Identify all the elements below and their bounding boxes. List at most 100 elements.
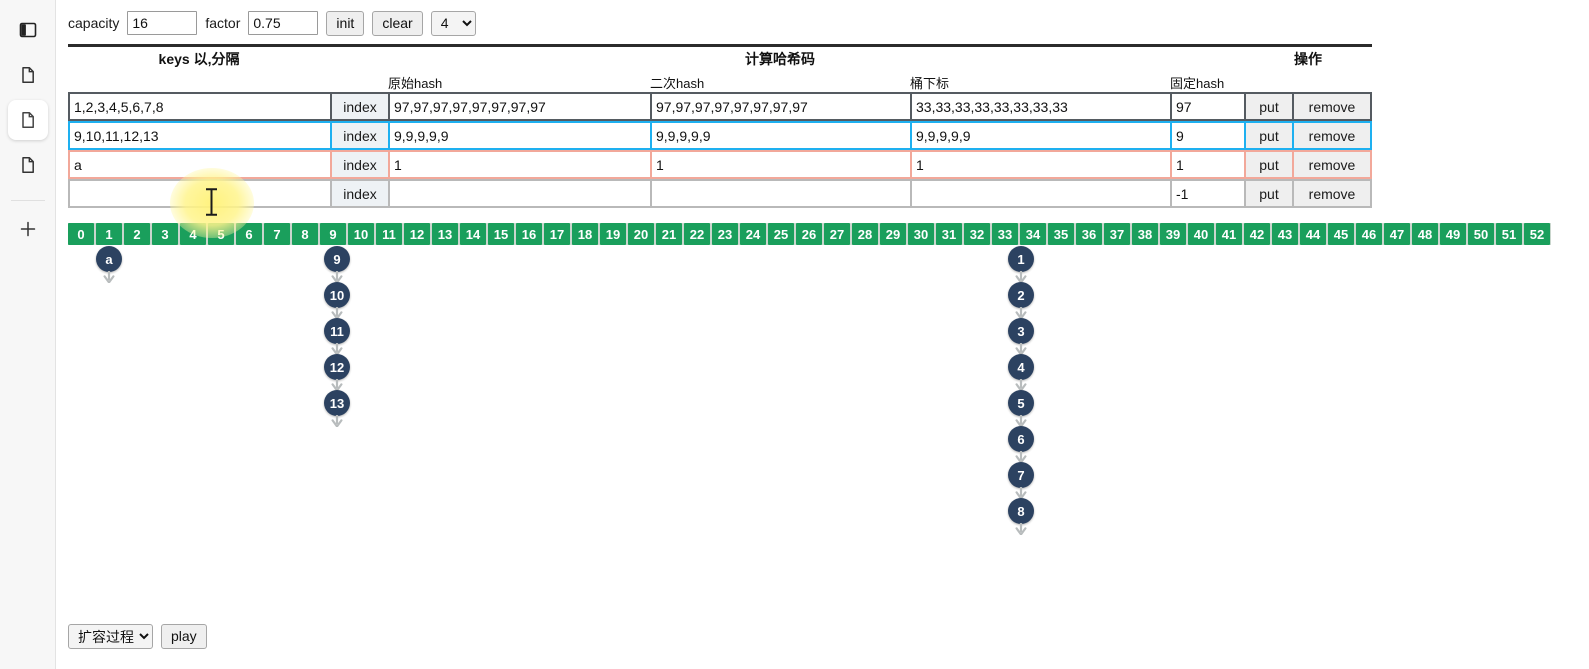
bucket-cell[interactable]: 13 [432, 223, 458, 245]
bucket-cell[interactable]: 43 [1272, 223, 1298, 245]
bucket-cell[interactable]: 35 [1048, 223, 1074, 245]
bucket-cell[interactable]: 7 [264, 223, 290, 245]
treeify-select[interactable]: 24816 [430, 10, 476, 36]
bucket-cell[interactable]: 47 [1384, 223, 1410, 245]
capacity-input[interactable] [127, 11, 198, 35]
bucket-cell[interactable]: 9 [320, 223, 346, 245]
remove-button[interactable]: remove [1292, 121, 1372, 150]
bucket-cell[interactable]: 40 [1188, 223, 1214, 245]
bucket-cell[interactable]: 8 [292, 223, 318, 245]
index-button[interactable]: index [330, 92, 388, 121]
keys-input-cell[interactable]: 1,2,3,4,5,6,7,8 [68, 92, 330, 121]
chain-node[interactable]: 3 [1008, 318, 1034, 344]
bucket-cell[interactable]: 26 [796, 223, 822, 245]
clear-button[interactable]: clear [372, 10, 423, 36]
index-button[interactable]: index [330, 179, 388, 208]
chain-node[interactable]: 6 [1008, 426, 1034, 452]
remove-button[interactable]: remove [1292, 150, 1372, 179]
bucket-cell[interactable]: 10 [348, 223, 374, 245]
init-button[interactable]: init [326, 10, 365, 36]
bucket-cell[interactable]: 30 [908, 223, 934, 245]
bucket-cell[interactable]: 14 [460, 223, 486, 245]
bucket-cell[interactable]: 46 [1356, 223, 1382, 245]
index-button[interactable]: index [330, 150, 388, 179]
bucket-cell[interactable]: 20 [628, 223, 654, 245]
chain-node[interactable]: 7 [1008, 462, 1034, 488]
bucket-cell[interactable]: 31 [936, 223, 962, 245]
bucket-cell[interactable]: 16 [516, 223, 542, 245]
bucket-cell[interactable]: 2 [124, 223, 150, 245]
bucket-cell[interactable]: 29 [880, 223, 906, 245]
bucket-cell[interactable]: 33 [992, 223, 1018, 245]
bucket-cell[interactable]: 21 [656, 223, 682, 245]
bucket-cell[interactable]: 51 [1496, 223, 1522, 245]
bucket-cell[interactable]: 0 [68, 223, 94, 245]
chain-arrow-icon [1015, 343, 1027, 355]
bucket-cell[interactable]: 44 [1300, 223, 1326, 245]
chain-node[interactable]: 5 [1008, 390, 1034, 416]
keys-input-cell[interactable]: a [68, 150, 330, 179]
process-select[interactable]: 扩容过程插入过程查找过程 [68, 624, 153, 649]
bucket-cell[interactable]: 12 [404, 223, 430, 245]
bucket-cell[interactable]: 11 [376, 223, 402, 245]
table-row: 9,10,11,12,13 index 9,9,9,9,9 9,9,9,9,9 9,9,… [68, 121, 1372, 150]
bucket-cell[interactable]: 38 [1132, 223, 1158, 245]
bucket-cell[interactable]: 24 [740, 223, 766, 245]
chain-node[interactable]: 9 [324, 246, 350, 272]
file-icon-1[interactable] [8, 55, 48, 95]
bucket-cell[interactable]: 19 [600, 223, 626, 245]
bucket-index-cell [910, 179, 1170, 208]
chain-node[interactable]: 8 [1008, 498, 1034, 524]
file-icon-3[interactable] [8, 145, 48, 185]
bucket-cell[interactable]: 15 [488, 223, 514, 245]
chain-node[interactable]: 1 [1008, 246, 1034, 272]
bucket-cell[interactable]: 4 [180, 223, 206, 245]
bucket-cell[interactable]: 23 [712, 223, 738, 245]
bucket-cell[interactable]: 5 [208, 223, 234, 245]
chain-node[interactable]: 2 [1008, 282, 1034, 308]
remove-button[interactable]: remove [1292, 179, 1372, 208]
bucket-cell[interactable]: 22 [684, 223, 710, 245]
chain-node[interactable]: 13 [324, 390, 350, 416]
index-button[interactable]: index [330, 121, 388, 150]
panel-layout-icon[interactable] [8, 10, 48, 50]
play-button[interactable]: play [161, 624, 207, 649]
bucket-cell[interactable]: 34 [1020, 223, 1046, 245]
remove-button[interactable]: remove [1292, 92, 1372, 121]
bucket-cell[interactable]: 3 [152, 223, 178, 245]
add-icon[interactable] [8, 209, 48, 249]
bucket-cell[interactable]: 36 [1076, 223, 1102, 245]
file-icon-2[interactable] [7, 100, 48, 140]
bucket-cell[interactable]: 41 [1216, 223, 1242, 245]
put-button[interactable]: put [1244, 92, 1292, 121]
bucket-cell[interactable]: 37 [1104, 223, 1130, 245]
bucket-cell[interactable]: 17 [544, 223, 570, 245]
keys-input-cell[interactable] [68, 179, 330, 208]
put-button[interactable]: put [1244, 150, 1292, 179]
bucket-cell[interactable]: 27 [824, 223, 850, 245]
factor-input[interactable] [248, 11, 319, 35]
bucket-cell[interactable]: 28 [852, 223, 878, 245]
chain-node[interactable]: 10 [324, 282, 350, 308]
bucket-cell[interactable]: 48 [1412, 223, 1438, 245]
bucket-cell[interactable]: 6 [236, 223, 262, 245]
bucket-cell[interactable]: 18 [572, 223, 598, 245]
bucket-cell[interactable]: 32 [964, 223, 990, 245]
chain-node[interactable]: 11 [324, 318, 350, 344]
chain-arrow-icon [331, 415, 343, 427]
put-button[interactable]: put [1244, 179, 1292, 208]
keys-input-cell[interactable]: 9,10,11,12,13 [68, 121, 330, 150]
bucket-cell[interactable]: 50 [1468, 223, 1494, 245]
bucket-cell[interactable]: 42 [1244, 223, 1270, 245]
bucket-cell[interactable]: 52 [1524, 223, 1550, 245]
bucket-cell[interactable]: 45 [1328, 223, 1354, 245]
chain-node[interactable]: a [96, 246, 122, 272]
bucket-cell[interactable]: 39 [1160, 223, 1186, 245]
chain-node[interactable]: 4 [1008, 354, 1034, 380]
chain-node[interactable]: 12 [324, 354, 350, 380]
bucket-cell[interactable]: 1 [96, 223, 122, 245]
put-button[interactable]: put [1244, 121, 1292, 150]
bucket-cell[interactable]: 49 [1440, 223, 1466, 245]
file-glyph [21, 67, 34, 83]
bucket-cell[interactable]: 25 [768, 223, 794, 245]
